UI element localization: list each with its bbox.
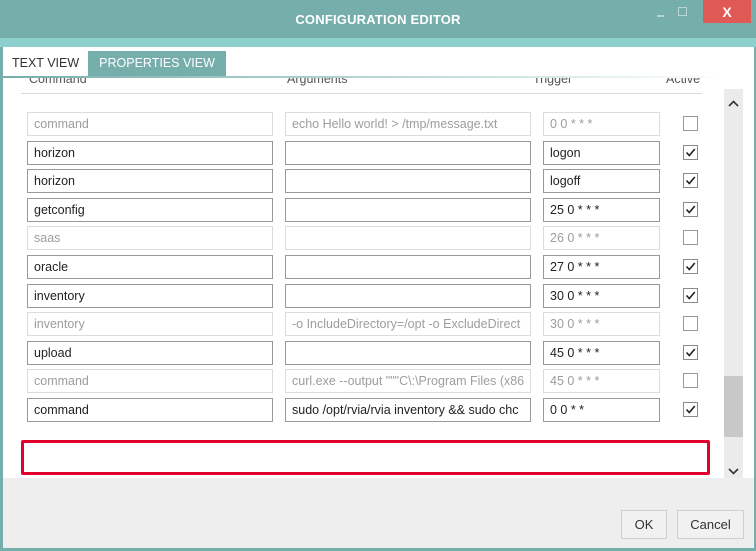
command-field[interactable]: inventory (27, 312, 273, 337)
view-tabs: TEXT VIEW PROPERTIES VIEW (3, 51, 226, 76)
arguments-field[interactable]: echo Hello world! > /tmp/message.txt (285, 112, 531, 136)
active-checkbox[interactable] (683, 344, 698, 360)
active-checkbox[interactable] (683, 201, 698, 217)
command-field[interactable]: saas (27, 226, 273, 251)
checkmark-icon (685, 405, 696, 414)
editor-client-area: TEXT VIEW PROPERTIES VIEW Command Argume… (3, 47, 754, 548)
maximize-icon (677, 7, 687, 16)
arguments-field[interactable]: sudo /opt/rvia/rvia inventory && sudo ch… (285, 398, 531, 422)
trigger-field[interactable]: 0 0 * * * (543, 112, 660, 136)
schedule-row: oracle 27 0 * * * (3, 255, 703, 279)
schedule-row: getconfig 25 0 * * * (3, 197, 703, 222)
arguments-field[interactable] (285, 140, 531, 165)
schedule-row: inventory -o IncludeDirectory=/opt -o Exc… (3, 312, 703, 337)
trigger-field[interactable]: 0 0 * * (543, 398, 660, 422)
vertical-scrollbar[interactable] (724, 89, 743, 487)
close-button[interactable]: X (703, 0, 751, 23)
scrollbar-thumb[interactable] (724, 376, 743, 437)
header-divider (21, 93, 702, 94)
checkmark-icon (685, 148, 696, 157)
command-field[interactable]: command (27, 112, 273, 136)
command-field[interactable]: getconfig (27, 197, 273, 222)
cancel-button[interactable]: Cancel (677, 510, 744, 539)
maximize-button[interactable] (674, 0, 690, 23)
trigger-field[interactable]: 25 0 * * * (543, 197, 660, 222)
trigger-field[interactable]: 30 0 * * * (543, 283, 660, 308)
highlight-box-last-row (21, 440, 710, 475)
schedule-row: command sudo /opt/rvia/rvia inventory && … (3, 398, 703, 422)
active-checkbox[interactable] (683, 402, 698, 417)
active-checkbox[interactable] (683, 259, 698, 274)
scroll-up-button[interactable] (724, 93, 743, 113)
arguments-field[interactable] (285, 197, 531, 222)
trigger-field[interactable]: 45 0 * * * (543, 369, 660, 394)
column-header-command: Command (29, 78, 87, 86)
chevron-down-icon (728, 467, 739, 475)
arguments-field[interactable] (285, 340, 531, 365)
active-checkbox[interactable] (683, 373, 698, 389)
dialog-footer: OK Cancel (3, 478, 754, 548)
trigger-field[interactable]: 30 0 * * * (543, 312, 660, 337)
active-checkbox[interactable] (683, 287, 698, 303)
column-header-trigger: Trigger (533, 78, 573, 86)
active-checkbox[interactable] (683, 116, 698, 131)
command-field[interactable]: inventory (27, 283, 273, 308)
schedule-row: command curl.exe --output """C\:\Program … (3, 369, 703, 394)
schedule-row: command echo Hello world! > /tmp/message.… (3, 112, 703, 136)
checkmark-icon (685, 176, 696, 185)
command-field[interactable]: upload (27, 340, 273, 365)
trigger-field[interactable]: 45 0 * * * (543, 340, 660, 365)
trigger-field[interactable]: logon (543, 140, 660, 165)
title-bar[interactable]: CONFIGURATION EDITOR X (0, 0, 756, 38)
schedule-row: horizon logoff (3, 169, 703, 194)
active-checkbox[interactable] (683, 230, 698, 246)
schedule-row: horizon logon (3, 140, 703, 165)
accent-strip (0, 38, 756, 47)
minimize-icon (656, 14, 664, 17)
trigger-field[interactable]: 27 0 * * * (543, 255, 660, 279)
arguments-field[interactable]: -o IncludeDirectory=/opt -o ExcludeDirec… (285, 312, 531, 337)
arguments-field[interactable] (285, 169, 531, 194)
column-header-arguments: Arguments (287, 78, 348, 86)
schedule-row: inventory 30 0 * * * (3, 283, 703, 308)
tab-text-view[interactable]: TEXT VIEW (3, 51, 88, 76)
arguments-field[interactable] (285, 283, 531, 308)
chevron-up-icon (728, 99, 739, 107)
command-field[interactable]: oracle (27, 255, 273, 279)
trigger-field[interactable]: 26 0 * * * (543, 226, 660, 251)
schedule-row: upload 45 0 * * * (3, 340, 703, 365)
configuration-editor-window: CONFIGURATION EDITOR X TEXT VIEW PROPERT… (0, 0, 756, 551)
schedule-row: saas 26 0 * * * (3, 226, 703, 251)
arguments-field[interactable] (285, 255, 531, 279)
trigger-field[interactable]: logoff (543, 169, 660, 194)
column-headers: Command Arguments Trigger Active (3, 78, 703, 94)
checkmark-icon (685, 291, 696, 300)
checkmark-icon (685, 262, 696, 271)
arguments-field[interactable]: curl.exe --output """C\:\Program Files (… (285, 369, 531, 394)
command-field[interactable]: command (27, 369, 273, 394)
active-checkbox[interactable] (683, 316, 698, 332)
ok-button[interactable]: OK (621, 510, 667, 539)
column-header-active: Active (666, 78, 701, 86)
active-checkbox[interactable] (683, 173, 698, 189)
schedules-panel: Command Arguments Trigger Active command… (3, 78, 754, 476)
tab-properties-view[interactable]: PROPERTIES VIEW (88, 51, 226, 76)
close-icon: X (722, 3, 732, 20)
minimize-button[interactable] (652, 0, 668, 23)
checkmark-icon (685, 205, 696, 214)
command-field[interactable]: command (27, 398, 273, 422)
checkmark-icon (685, 348, 696, 357)
command-field[interactable]: horizon (27, 140, 273, 165)
command-field[interactable]: horizon (27, 169, 273, 194)
window-title: CONFIGURATION EDITOR (295, 12, 461, 27)
arguments-field[interactable] (285, 226, 531, 251)
active-checkbox[interactable] (683, 144, 698, 160)
